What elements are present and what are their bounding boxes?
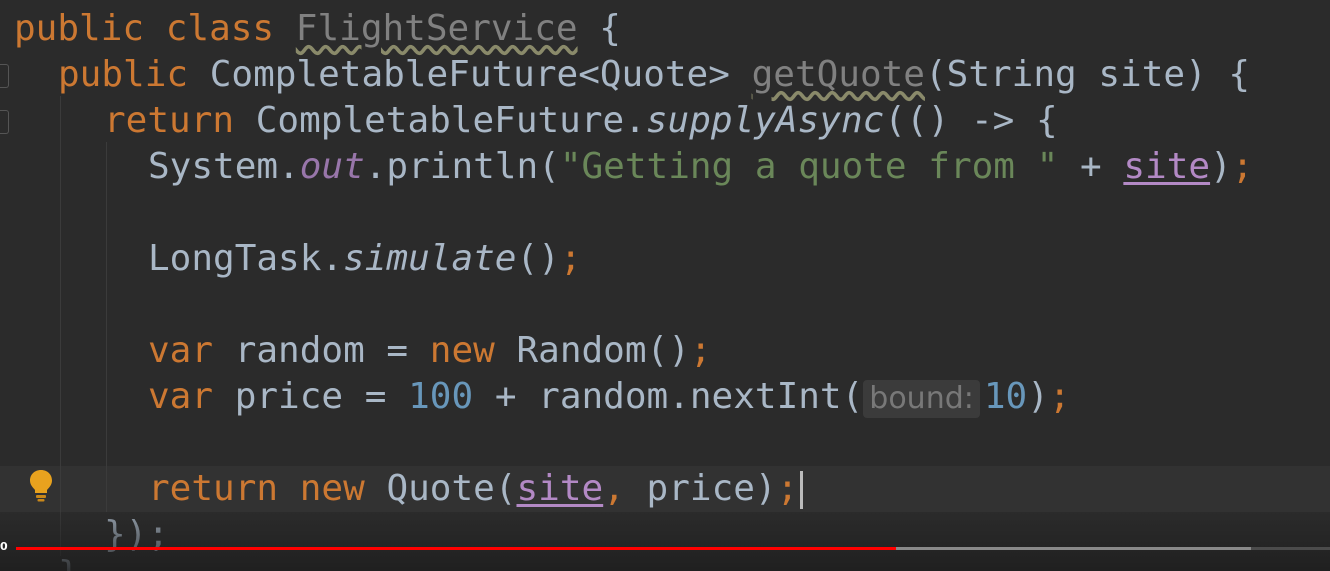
call-target: CompletableFuture. xyxy=(255,100,646,141)
video-progress-bar[interactable] xyxy=(16,547,896,550)
code-line-5[interactable]: LongTask.simulate(); xyxy=(148,236,582,282)
video-time-label: 0 xyxy=(0,540,8,553)
declaration: random = xyxy=(213,330,430,371)
semicolon: ; xyxy=(559,238,582,279)
code-line-4[interactable]: System.out.println("Getting a quote from… xyxy=(148,144,1253,190)
parameter-hint: bound: xyxy=(863,380,980,418)
video-controls-overlay xyxy=(0,512,1330,571)
keyword: new xyxy=(429,330,495,371)
keyword: class xyxy=(165,8,275,49)
parameter-ref: site xyxy=(516,468,604,509)
string-literal: "Getting a quote from " xyxy=(559,146,1059,187)
lightbulb-icon[interactable] xyxy=(28,468,54,502)
close-paren: ) xyxy=(1210,146,1232,187)
semicolon: ; xyxy=(689,330,712,371)
fold-marker-icon[interactable] xyxy=(0,64,9,88)
object-ref: System. xyxy=(148,146,300,187)
class-name[interactable]: FlightService xyxy=(296,8,578,49)
brace: { xyxy=(599,8,621,49)
return-type: CompletableFuture<Quote> xyxy=(209,54,730,95)
number-literal: 10 xyxy=(983,376,1028,417)
parameter-ref: site xyxy=(1123,146,1211,187)
code-editor[interactable]: public class FlightService { public Comp… xyxy=(0,0,1330,571)
operator: + xyxy=(1058,146,1124,187)
keyword: var xyxy=(148,376,214,417)
keyword: new xyxy=(299,468,365,509)
lambda-start: (() -> { xyxy=(884,100,1058,141)
method-call: () xyxy=(516,238,560,279)
keyword: return xyxy=(148,468,279,509)
declaration: price = xyxy=(213,376,409,417)
number-literal: 100 xyxy=(408,376,474,417)
semicolon: ; xyxy=(1231,146,1254,187)
code-line-6[interactable]: var random = new Random(); xyxy=(148,328,712,374)
keyword: return xyxy=(104,100,235,141)
comma: , xyxy=(603,468,625,509)
code-line-7[interactable]: var price = 100 + random.nextInt(bound: 1… xyxy=(148,374,1071,420)
indent-guide xyxy=(60,96,61,556)
code-line-1[interactable]: public class FlightService { xyxy=(14,6,621,52)
code-line-8[interactable]: return new Quote(site, price); xyxy=(148,466,804,512)
object-ref: LongTask. xyxy=(148,238,344,279)
method-call: .println( xyxy=(364,146,560,187)
constructor-call: Random() xyxy=(494,330,690,371)
code-line-2[interactable]: public CompletableFuture<Quote> getQuote… xyxy=(58,52,1250,98)
semicolon: ; xyxy=(776,468,799,509)
static-field: out xyxy=(299,146,365,187)
keyword: public xyxy=(58,54,189,95)
constructor-call: Quote( xyxy=(364,468,517,509)
expression: + random.nextInt( xyxy=(473,376,864,417)
fold-marker-icon[interactable] xyxy=(0,110,9,134)
indent-guide xyxy=(106,142,107,512)
keyword: var xyxy=(148,330,214,371)
static-method: supplyAsync xyxy=(645,100,885,141)
semicolon: ; xyxy=(1048,376,1071,417)
close-paren: ) xyxy=(1027,376,1049,417)
static-method: simulate xyxy=(343,238,517,279)
method-name[interactable]: getQuote xyxy=(752,54,925,95)
method-params: (String site) { xyxy=(924,54,1251,95)
arguments: price) xyxy=(624,468,777,509)
code-line-3[interactable]: return CompletableFuture.supplyAsync(() … xyxy=(104,98,1058,144)
keyword: public xyxy=(14,8,145,49)
text-caret xyxy=(800,471,804,509)
